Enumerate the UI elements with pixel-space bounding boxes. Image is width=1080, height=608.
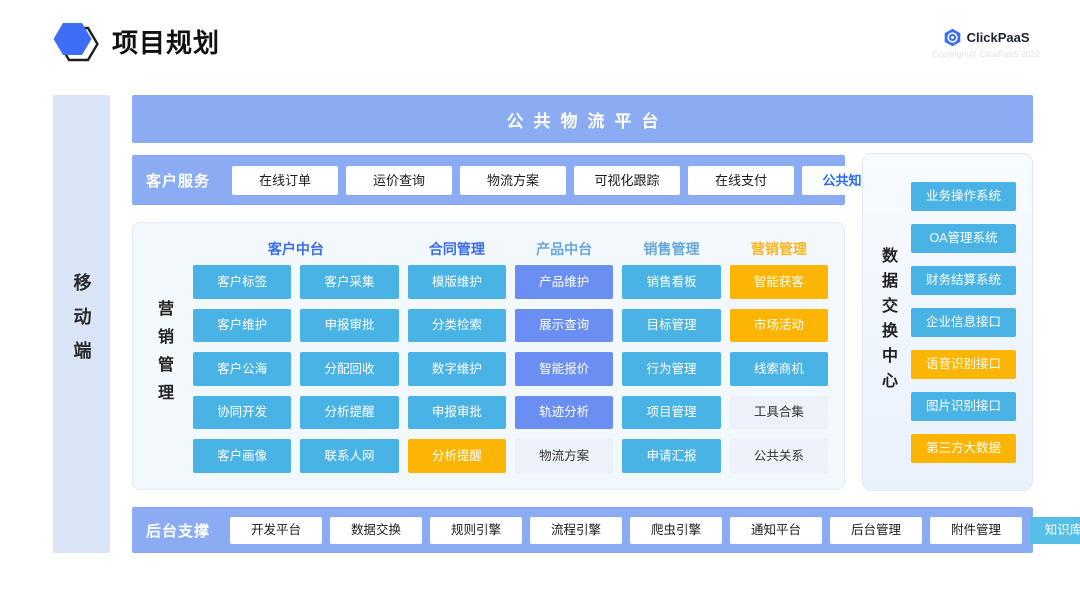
logistics-platform-banner-label: 公共物流平台: [497, 107, 669, 132]
brand-copyright: Copyright@ ClickPaaS 2022: [932, 49, 1040, 59]
system-chip[interactable]: OA管理系统: [911, 224, 1016, 253]
support-button[interactable]: 爬虫引擎: [630, 517, 722, 544]
mobile-side-bar: 移动端: [53, 95, 110, 553]
service-button[interactable]: 在线支付: [688, 166, 794, 195]
service-button[interactable]: 运价查询: [346, 166, 452, 195]
support-button[interactable]: 后台管理: [830, 517, 922, 544]
support-button[interactable]: 知识库管理: [1030, 517, 1080, 544]
service-button[interactable]: 物流方案: [460, 166, 566, 195]
module-chip[interactable]: 智能报价: [515, 352, 613, 386]
page-title: 项目规划: [112, 23, 220, 60]
module-chip[interactable]: 申报审批: [408, 396, 506, 430]
module-chip[interactable]: 客户画像: [193, 439, 291, 473]
module-chip[interactable]: 联系人网: [300, 439, 398, 473]
module-chip[interactable]: 分配回收: [300, 352, 398, 386]
module-chip[interactable]: 目标管理: [622, 309, 720, 343]
module-chip[interactable]: 销售看板: [622, 265, 720, 299]
grid-module-cells: 客户标签客户采集模版维护产品维护销售看板智能获客客户维护申报审批分类检索展示查询…: [193, 265, 828, 473]
module-chip[interactable]: 项目管理: [622, 396, 720, 430]
support-button[interactable]: 数据交换: [330, 517, 422, 544]
customer-service-buttons: 在线订单运价查询物流方案可视化跟踪在线支付公共知识库: [232, 166, 908, 195]
service-button[interactable]: 可视化跟踪: [574, 166, 680, 195]
data-exchange-items: 业务操作系统 OA管理系统财务结算系统企业信息接口语音识别接口图片识别接口第三方大…: [911, 154, 1032, 490]
system-chip[interactable]: 第三方大数据: [911, 434, 1016, 463]
support-button[interactable]: 开发平台: [230, 517, 322, 544]
clickpaas-logo-icon: [943, 28, 962, 47]
grid-column-header: 合同管理: [408, 239, 506, 259]
module-chip[interactable]: 展示查询: [515, 309, 613, 343]
module-chip[interactable]: 协同开发: [193, 396, 291, 430]
grid-column-headers: 客户中台合同管理产品中台销售管理营销管理: [193, 233, 828, 265]
brand-block: ClickPaaS Copyright@ ClickPaaS 2022: [932, 28, 1040, 59]
module-chip[interactable]: 申报审批: [300, 309, 398, 343]
mobile-side-bar-label: 移动端: [69, 273, 95, 375]
system-chip[interactable]: 语音识别接口: [911, 350, 1016, 379]
module-chip[interactable]: 智能获客: [730, 265, 828, 299]
system-chip[interactable]: 企业信息接口: [911, 308, 1016, 337]
module-chip[interactable]: 分析提醒: [408, 439, 506, 473]
module-chip[interactable]: 物流方案: [515, 439, 613, 473]
module-chip[interactable]: 申请汇报: [622, 439, 720, 473]
service-button[interactable]: 在线订单: [232, 166, 338, 195]
data-exchange-panel: 数据交换中心 业务操作系统 OA管理系统财务结算系统企业信息接口语音识别接口图片识…: [862, 153, 1033, 491]
hexagon-logo-icon: [52, 18, 100, 64]
backend-support-bar: 后台支撑 开发平台数据交换规则引擎流程引擎爬虫引擎通知平台后台管理附件管理知识库…: [132, 507, 1033, 553]
module-chip[interactable]: 线索商机: [730, 352, 828, 386]
module-chip[interactable]: 客户标签: [193, 265, 291, 299]
customer-service-label: 客户服务: [146, 170, 210, 191]
customer-service-bar: 客户服务 在线订单运价查询物流方案可视化跟踪在线支付公共知识库: [132, 155, 845, 205]
project-planning-page: 项目规划 ClickPaaS Copyright@ ClickPaaS 2022…: [0, 0, 1080, 608]
system-chip[interactable]: 图片识别接口: [911, 392, 1016, 421]
data-exchange-label-wrap: 数据交换中心: [863, 154, 911, 490]
marketing-side-label-wrap: 营销管理: [133, 223, 193, 489]
logistics-platform-banner: 公共物流平台: [132, 95, 1033, 143]
page-header: 项目规划: [52, 18, 220, 64]
grid-column-header: 销售管理: [622, 239, 720, 259]
module-chip[interactable]: 市场活动: [730, 309, 828, 343]
module-chip[interactable]: 数字维护: [408, 352, 506, 386]
support-button[interactable]: 通知平台: [730, 517, 822, 544]
support-button[interactable]: 附件管理: [930, 517, 1022, 544]
module-chip[interactable]: 客户采集: [300, 265, 398, 299]
backend-support-buttons: 开发平台数据交换规则引擎流程引擎爬虫引擎通知平台后台管理附件管理知识库管理: [230, 517, 1080, 544]
module-chip[interactable]: 产品维护: [515, 265, 613, 299]
module-chip[interactable]: 客户维护: [193, 309, 291, 343]
system-chip[interactable]: 业务操作系统: [911, 182, 1016, 211]
module-chip[interactable]: 客户公海: [193, 352, 291, 386]
support-button[interactable]: 规则引擎: [430, 517, 522, 544]
brand-name: ClickPaaS: [967, 30, 1030, 45]
system-chip[interactable]: 财务结算系统: [911, 266, 1016, 295]
support-button[interactable]: 流程引擎: [530, 517, 622, 544]
grid-column-header: 客户中台: [193, 239, 399, 259]
marketing-side-label: 营销管理: [151, 300, 175, 412]
grid-column-header: 营销管理: [730, 239, 828, 259]
marketing-grid-main: 客户中台合同管理产品中台销售管理营销管理 客户标签客户采集模版维护产品维护销售看…: [193, 223, 844, 489]
marketing-grid-card: 营销管理 客户中台合同管理产品中台销售管理营销管理 客户标签客户采集模版维护产品…: [132, 222, 845, 490]
module-chip[interactable]: 公共关系: [730, 439, 828, 473]
module-chip[interactable]: 行为管理: [622, 352, 720, 386]
module-chip[interactable]: 分析提醒: [300, 396, 398, 430]
backend-support-label: 后台支撑: [146, 520, 210, 541]
data-exchange-label: 数据交换中心: [875, 247, 899, 397]
module-chip[interactable]: 分类检索: [408, 309, 506, 343]
grid-column-header: 产品中台: [515, 239, 613, 259]
module-chip[interactable]: 工具合集: [730, 396, 828, 430]
module-chip[interactable]: 模版维护: [408, 265, 506, 299]
module-chip[interactable]: 轨迹分析: [515, 396, 613, 430]
